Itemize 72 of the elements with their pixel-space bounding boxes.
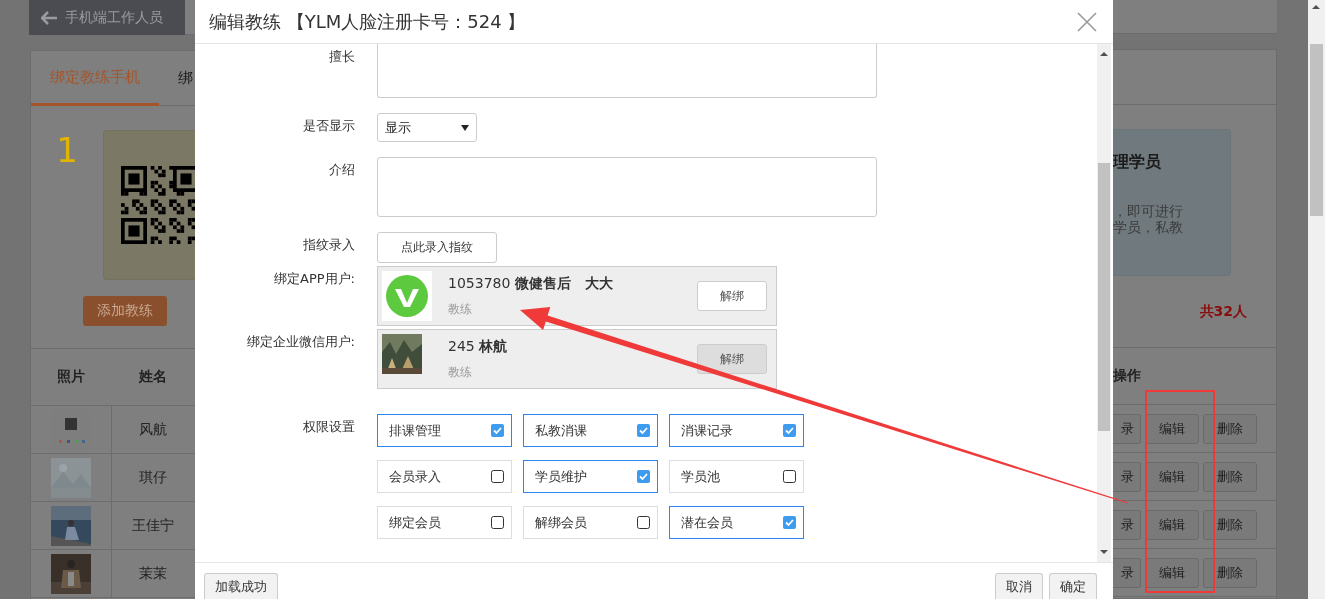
action-button[interactable]: 编辑 [1145, 509, 1199, 540]
permission-option[interactable]: 排课管理 [377, 414, 512, 447]
fingerprint-button[interactable]: 点此录入指纹 [377, 232, 497, 263]
column-header: 操作 [1113, 366, 1141, 386]
unbind-button[interactable]: 解绑 [697, 344, 767, 374]
caret-icon [461, 124, 469, 131]
logo-icon [382, 271, 432, 321]
permission-option[interactable]: 解绑会员 [523, 506, 658, 539]
checkbox[interactable] [637, 516, 650, 529]
action-button[interactable]: 录 [1113, 461, 1141, 492]
back-button[interactable]: 手机端工作人员 [29, 0, 185, 35]
table-cell-text: 琪仔 [138, 468, 169, 487]
action-button[interactable]: 删除 [1203, 509, 1257, 540]
checkbox[interactable] [783, 470, 796, 483]
column-header: 姓名 [138, 367, 168, 386]
checkbox[interactable] [637, 470, 650, 483]
info-title: 理学员 [1113, 152, 1161, 174]
table-cell-text: 王佳宁 [131, 516, 176, 535]
permission-option[interactable]: 消课记录 [669, 414, 804, 447]
checkbox[interactable] [491, 424, 504, 437]
field-label: 擅长 [328, 48, 355, 66]
field-label: 绑定APP用户: [273, 270, 355, 288]
column-header: 照片 [56, 367, 86, 386]
action-button[interactable]: 编辑 [1145, 557, 1199, 588]
permission-option[interactable]: 私教消课 [523, 414, 658, 447]
status-button[interactable]: 加载成功 [204, 573, 278, 599]
table-cell-text: 茉茉 [138, 564, 169, 583]
checkbox[interactable] [637, 424, 650, 437]
tab[interactable]: 绑 [159, 51, 195, 105]
action-button[interactable]: 录 [1113, 509, 1141, 540]
checkbox[interactable] [783, 516, 796, 529]
step-number: 1 [55, 130, 79, 172]
dialog-scrollbar[interactable] [1097, 44, 1111, 562]
action-button[interactable]: 录 [1113, 413, 1141, 444]
select-field[interactable]: 显示 [377, 113, 477, 142]
field-label: 介绍 [328, 161, 355, 179]
total-count: 共32人 [1199, 303, 1247, 322]
permission-option[interactable]: 绑定会员 [377, 506, 512, 539]
field-label: 绑定企业微信用户: [245, 333, 355, 351]
action-button[interactable]: 录 [1113, 557, 1141, 588]
user-name: 245 林航 [448, 337, 509, 356]
info-text: 学员，私教 [1113, 219, 1183, 238]
action-button[interactable]: 删除 [1203, 557, 1257, 588]
close-icon[interactable] [1077, 11, 1097, 32]
checkbox[interactable] [491, 470, 504, 483]
permission-option[interactable]: 潜在会员 [669, 506, 804, 539]
checkbox[interactable] [783, 424, 796, 437]
field-label: 指纹录入 [302, 236, 355, 254]
back-arrow-icon [41, 10, 57, 25]
permission-option[interactable]: 学员池 [669, 460, 804, 493]
action-button[interactable]: 编辑 [1145, 413, 1199, 444]
action-button[interactable]: 删除 [1203, 413, 1257, 444]
text-area[interactable] [377, 44, 877, 98]
text-area[interactable] [377, 157, 877, 217]
page-scrollbar[interactable] [1308, 0, 1325, 599]
checkbox[interactable] [491, 516, 504, 529]
user-role: 教练 [448, 363, 473, 381]
permission-option[interactable]: 学员维护 [523, 460, 658, 493]
field-label: 权限设置 [302, 418, 355, 436]
add-coach-button[interactable]: 添加教练 [83, 296, 167, 326]
action-button[interactable]: 删除 [1203, 461, 1257, 492]
dialog-title: 编辑教练 【YLM人脸注册卡号：524 】 [209, 9, 526, 34]
info-text: ，即可进行 [1113, 203, 1183, 220]
table-cell-text: 风航 [138, 420, 169, 439]
user-role: 教练 [448, 300, 473, 318]
permission-option[interactable]: 会员录入 [377, 460, 512, 493]
field-label: 是否显示 [302, 117, 355, 135]
unbind-button[interactable]: 解绑 [697, 281, 767, 311]
user-name: 1053780 微健售后 大大 [448, 274, 614, 293]
action-button[interactable]: 编辑 [1145, 461, 1199, 492]
dialog-button[interactable]: 确定 [1049, 573, 1097, 599]
dialog-button[interactable]: 取消 [995, 573, 1043, 599]
